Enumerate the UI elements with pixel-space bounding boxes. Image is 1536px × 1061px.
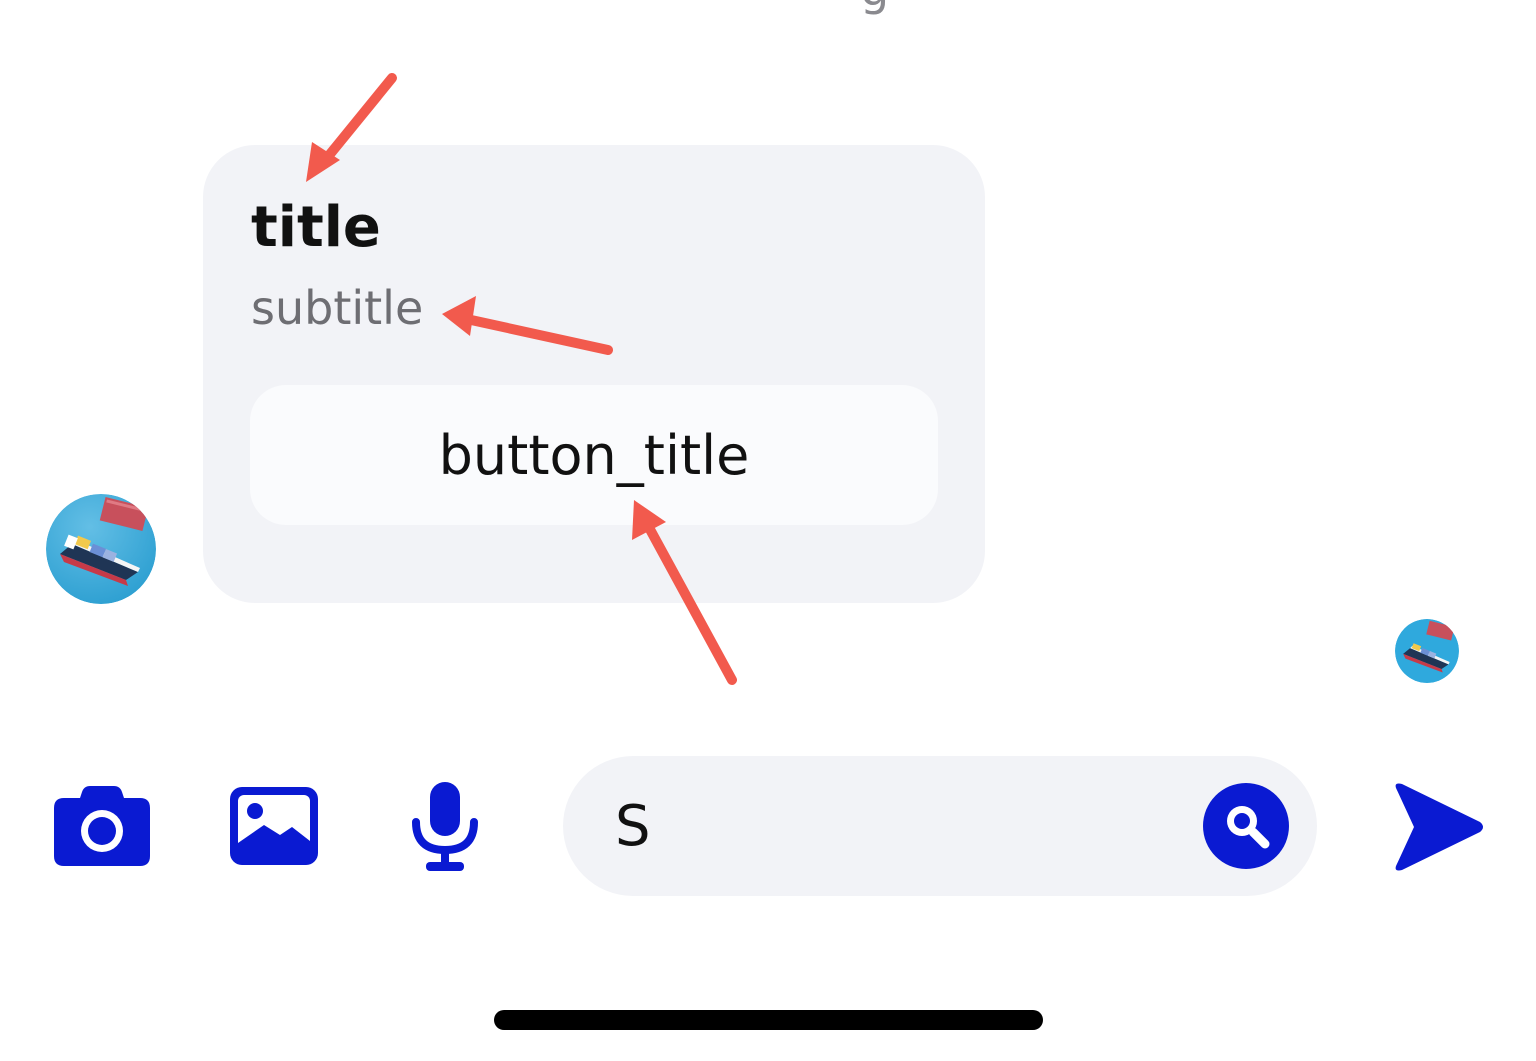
send-icon[interactable]: [1392, 782, 1484, 872]
image-icon[interactable]: [230, 787, 318, 865]
user-avatar: [1395, 619, 1459, 683]
bot-avatar: [46, 494, 156, 604]
card-subtitle: subtitle: [251, 281, 424, 335]
message-input[interactable]: [615, 786, 1175, 866]
cut-off-message-text: g: [860, 0, 980, 16]
search-icon[interactable]: [1203, 783, 1289, 869]
home-indicator[interactable]: [494, 1010, 1043, 1030]
camera-icon[interactable]: [54, 786, 150, 866]
card-title: title: [251, 195, 381, 260]
message-input-container: [563, 756, 1317, 896]
card-action-button[interactable]: button_title: [250, 385, 938, 525]
message-card: title subtitle button_title: [203, 145, 985, 603]
microphone-icon[interactable]: [410, 782, 480, 872]
